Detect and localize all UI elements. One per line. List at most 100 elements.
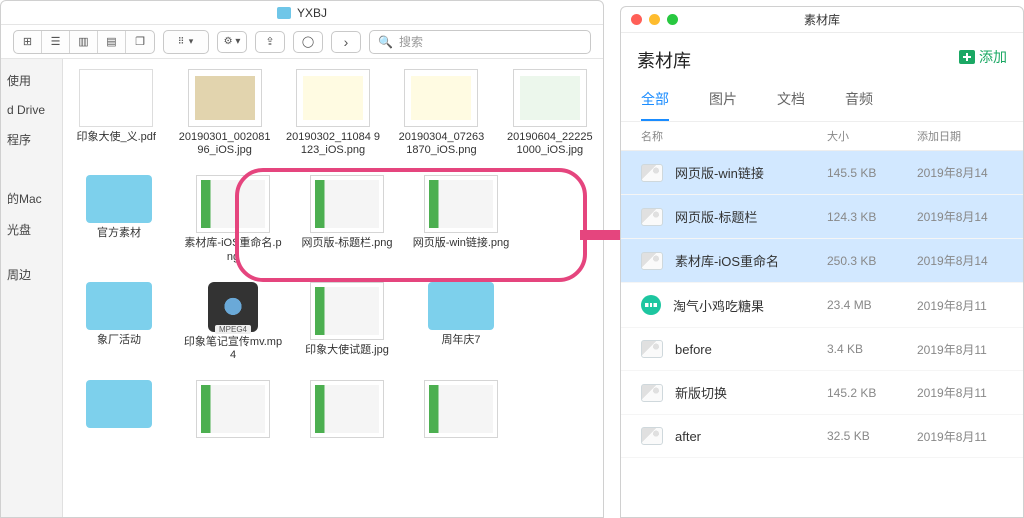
item-date: 2019年8月14 (917, 208, 1003, 225)
file-thumb (310, 380, 384, 438)
page-title: 素材库 (637, 47, 691, 73)
finder-title: YXBJ (297, 6, 327, 20)
view-icon-column[interactable] (70, 31, 98, 53)
list-item[interactable]: after32.5 KB2019年8月11 (621, 415, 1023, 458)
column-headers: 名称 大小 添加日期 (621, 122, 1023, 151)
file-thumb (310, 175, 384, 233)
list-item[interactable]: 素材库-iOS重命名250.3 KB2019年8月14 (621, 239, 1023, 283)
plus-icon (959, 50, 975, 64)
file-item[interactable] (69, 380, 169, 442)
file-name: 20190604_22225 1000_iOS.jpg (503, 131, 597, 157)
item-name: 网页版-win链接 (675, 163, 827, 182)
file-thumb: MPEG4 (208, 282, 258, 332)
minimize-icon[interactable] (649, 14, 660, 25)
file-item[interactable]: 象厂活动 (69, 282, 169, 362)
file-item[interactable]: 20190302_11084 9123_iOS.png (286, 69, 380, 157)
file-name: 印象大使_义.pdf (69, 131, 163, 144)
sidebar-item[interactable]: 的Mac (1, 183, 62, 214)
actions-button[interactable] (217, 31, 247, 53)
view-icon-cover[interactable] (126, 31, 154, 53)
file-name: 印象笔记宣传mv.mp4 (183, 336, 283, 362)
file-thumb (404, 69, 478, 127)
col-name: 名称 (641, 128, 827, 144)
item-size: 145.2 KB (827, 386, 917, 400)
sidebar-item[interactable]: d Drive (1, 96, 62, 124)
file-name: 素材库-iOS重命名.png (183, 237, 283, 263)
file-item[interactable]: MPEG4 印象笔记宣传mv.mp4 (183, 282, 283, 362)
file-thumb (296, 69, 370, 127)
file-name: 网页版-标题栏.png (297, 237, 397, 250)
tab-3[interactable]: 音频 (845, 89, 873, 121)
finder-window: YXBJ 🔍 搜索 使用d Drive程序的Mac光盘周边 印象大使_义.pdf… (0, 0, 604, 518)
sidebar-item[interactable]: 程序 (1, 124, 62, 155)
finder-titlebar: YXBJ (1, 1, 603, 25)
search-input[interactable]: 🔍 搜索 (369, 30, 591, 54)
list-item[interactable]: 网页版-标题栏124.3 KB2019年8月14 (621, 195, 1023, 239)
item-name: after (675, 429, 827, 444)
share-button[interactable] (255, 31, 285, 53)
finder-files: 印象大使_义.pdf 20190301_00208196_iOS.jpg 20190… (63, 59, 603, 517)
item-name: 素材库-iOS重命名 (675, 251, 827, 270)
view-icon-list[interactable] (42, 31, 70, 53)
col-size: 大小 (827, 128, 917, 144)
file-item[interactable] (411, 380, 511, 442)
zoom-icon[interactable] (667, 14, 678, 25)
sidebar-item[interactable]: 使用 (1, 65, 62, 96)
file-item[interactable]: 周年庆7 (411, 282, 511, 362)
file-name: 官方素材 (69, 227, 169, 240)
tab-0[interactable]: 全部 (641, 89, 669, 121)
sidebar-item[interactable] (1, 155, 62, 169)
item-size: 3.4 KB (827, 342, 917, 356)
file-thumb (86, 175, 152, 223)
item-size: 124.3 KB (827, 210, 917, 224)
sidebar-item[interactable]: 光盘 (1, 214, 62, 245)
file-item[interactable]: 网页版-win链接.png (411, 175, 511, 263)
list-item[interactable]: 网页版-win链接145.5 KB2019年8月14 (621, 151, 1023, 195)
view-mode-group (13, 30, 155, 54)
view-icon-grid[interactable] (14, 31, 42, 53)
list-item[interactable]: 新版切换145.2 KB2019年8月11 (621, 371, 1023, 415)
image-icon (641, 427, 663, 445)
finder-toolbar: 🔍 搜索 (1, 25, 603, 59)
arrange-icon[interactable] (164, 31, 208, 53)
file-item[interactable]: 20190604_22225 1000_iOS.jpg (503, 69, 597, 157)
library-list: 网页版-win链接145.5 KB2019年8月14网页版-标题栏124.3 K… (621, 151, 1023, 458)
arrange-group[interactable] (163, 30, 209, 54)
finder-body: 使用d Drive程序的Mac光盘周边 印象大使_义.pdf 20190301_0… (1, 59, 603, 517)
file-thumb (310, 282, 384, 340)
file-item[interactable]: 20190304_07263 1870_iOS.png (394, 69, 488, 157)
file-item[interactable]: 素材库-iOS重命名.png (183, 175, 283, 263)
close-icon[interactable] (631, 14, 642, 25)
item-date: 2019年8月14 (917, 252, 1003, 269)
item-name: 网页版-标题栏 (675, 207, 827, 226)
sidebar-item[interactable]: 周边 (1, 259, 62, 290)
tab-2[interactable]: 文档 (777, 89, 805, 121)
file-thumb (188, 69, 262, 127)
file-item[interactable]: 网页版-标题栏.png (297, 175, 397, 263)
file-item[interactable]: 印象大使试题.jpg (297, 282, 397, 362)
file-item[interactable]: 印象大使_义.pdf (69, 69, 163, 157)
tag-button[interactable] (293, 31, 323, 53)
sidebar-item[interactable] (1, 169, 62, 183)
file-item[interactable]: 20190301_00208196_iOS.jpg (177, 69, 271, 157)
file-name: 20190304_07263 1870_iOS.png (394, 131, 488, 157)
list-item[interactable]: before3.4 KB2019年8月11 (621, 328, 1023, 371)
add-button[interactable]: 添加 (959, 47, 1007, 67)
view-icon-gallery[interactable] (98, 31, 126, 53)
forward-button[interactable] (331, 31, 361, 53)
file-item[interactable] (297, 380, 397, 442)
library-window-title: 素材库 (621, 11, 1023, 28)
item-date: 2019年8月11 (917, 297, 1003, 314)
file-name: 20190301_00208196_iOS.jpg (177, 131, 271, 157)
traffic-lights (631, 14, 678, 25)
file-thumb (513, 69, 587, 127)
list-item[interactable]: 淘气小鸡吃糖果23.4 MB2019年8月11 (621, 283, 1023, 328)
sidebar-item[interactable] (1, 245, 62, 259)
file-item[interactable] (183, 380, 283, 442)
library-header: 素材库 添加 (621, 33, 1023, 73)
audio-icon (641, 295, 661, 315)
file-item[interactable]: 官方素材 (69, 175, 169, 263)
tab-1[interactable]: 图片 (709, 89, 737, 121)
item-size: 145.5 KB (827, 166, 917, 180)
file-thumb (79, 69, 153, 127)
